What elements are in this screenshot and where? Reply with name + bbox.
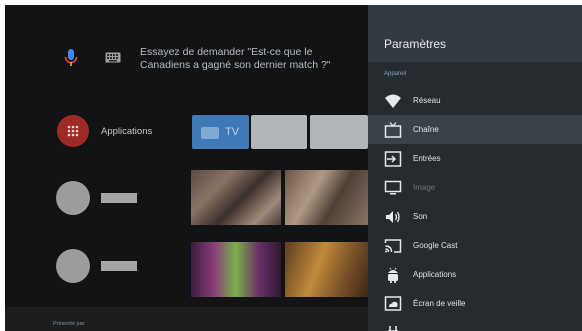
settings-item-label: Entrées — [413, 154, 441, 163]
channel-avatar[interactable] — [56, 181, 90, 215]
app-tile[interactable] — [310, 115, 368, 149]
section-header-device: Appareil — [384, 71, 407, 77]
screensaver-icon — [384, 296, 402, 311]
apps-row: Applications TV — [5, 113, 368, 155]
monitor-icon — [384, 180, 402, 195]
speaker-icon — [386, 211, 400, 223]
settings-item-network[interactable]: Réseau — [368, 86, 582, 115]
wifi-icon — [385, 94, 401, 108]
settings-item-label: Réseau — [413, 96, 441, 105]
android-icon — [388, 267, 398, 283]
tv-icon — [201, 127, 219, 139]
settings-item-label: Écran de veille — [413, 299, 466, 308]
channel-title-placeholder — [101, 261, 137, 271]
settings-item-picture[interactable]: Image — [368, 173, 582, 202]
grid-icon — [67, 125, 79, 137]
home-content: Essayez de demander "Est-ce que le Canad… — [5, 5, 368, 331]
tv-home-screen: Essayez de demander "Est-ce que le Canad… — [5, 5, 582, 331]
channel-title-placeholder — [101, 193, 137, 203]
apps-row-label: Applications — [101, 126, 153, 137]
settings-item-next[interactable] — [368, 318, 582, 331]
channel-avatar[interactable] — [56, 249, 90, 283]
settings-panel: Paramètres Appareil Réseau Chaîne Entrée… — [368, 5, 582, 331]
search-prompt: Essayez de demander "Est-ce que le Canad… — [140, 46, 331, 71]
settings-item-sound[interactable]: Son — [368, 202, 582, 231]
settings-item-channel[interactable]: Chaîne — [368, 115, 582, 144]
settings-item-label: Applications — [413, 270, 457, 279]
content-thumbnail[interactable] — [285, 170, 368, 225]
settings-item-google-cast[interactable]: Google Cast — [368, 231, 582, 260]
sponsor-bar: Présenté par — [5, 307, 368, 331]
content-thumbnail[interactable] — [191, 170, 281, 225]
power-plug-icon — [388, 326, 398, 331]
app-tile[interactable] — [251, 115, 307, 149]
tv-icon — [384, 122, 402, 138]
content-thumbnail[interactable] — [191, 242, 281, 297]
search-bar[interactable]: Essayez de demander "Est-ce que le Canad… — [5, 35, 368, 85]
content-thumbnail[interactable] — [285, 242, 368, 297]
tv-app-tile[interactable]: TV — [192, 115, 249, 149]
apps-grid-button[interactable] — [57, 115, 89, 147]
settings-item-label: Chaîne — [413, 125, 439, 134]
settings-item-label: Son — [413, 212, 428, 221]
tv-tile-label: TV — [225, 126, 240, 138]
keyboard-icon[interactable] — [105, 52, 121, 63]
cast-icon — [384, 239, 402, 253]
settings-item-label: Google Cast — [413, 241, 458, 250]
settings-item-label: Image — [413, 183, 436, 192]
mic-icon[interactable] — [61, 47, 81, 69]
input-icon — [384, 151, 402, 167]
presented-by-label: Présenté par — [53, 321, 85, 327]
settings-item-screensaver[interactable]: Écran de veille — [368, 289, 582, 318]
settings-item-inputs[interactable]: Entrées — [368, 144, 582, 173]
settings-title: Paramètres — [384, 37, 447, 51]
settings-item-applications[interactable]: Applications — [368, 260, 582, 289]
settings-header: Paramètres — [368, 5, 582, 62]
